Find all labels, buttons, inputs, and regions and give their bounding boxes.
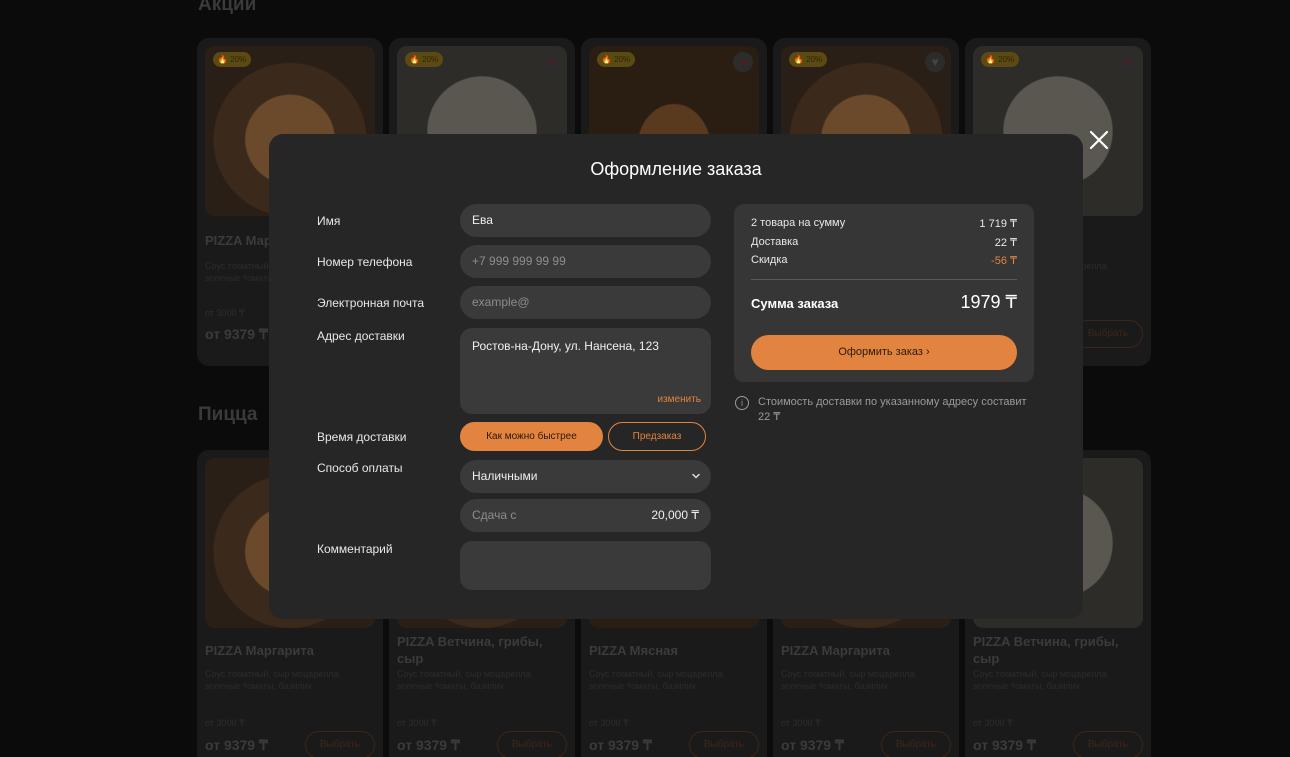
payment-method-label: Способ оплаты: [317, 461, 403, 475]
address-value: Ростов-на-Дону, ул. Нансена, 123: [472, 339, 659, 353]
payment-method-select[interactable]: Наличными: [460, 460, 711, 493]
preorder-option-button[interactable]: Предзаказ: [608, 422, 706, 451]
change-amount-field[interactable]: Сдача с 20,000 ₸: [460, 499, 711, 532]
old-price: от 3000 ₸: [397, 718, 437, 728]
product-name: PIZZA Мясная: [589, 643, 678, 658]
delivery-row: Доставка 22 ₸: [751, 236, 1017, 249]
select-button[interactable]: Выбрать: [497, 731, 567, 757]
info-icon: i: [735, 396, 749, 410]
asap-option-button[interactable]: Как можно быстрее: [460, 422, 603, 451]
total-label: Сумма заказа: [751, 296, 839, 311]
address-field[interactable]: Ростов-на-Дону, ул. Нансена, 123 изменит…: [460, 328, 711, 414]
product-description: Соус томатный, сыр моцарелла, зеленые то…: [781, 669, 917, 691]
phone-field[interactable]: +7 999 999 99 99: [460, 245, 711, 278]
items-value: 1 719 ₸: [979, 218, 1017, 230]
delivery-label: Доставка: [751, 236, 799, 248]
select-button[interactable]: Выбрать: [689, 731, 759, 757]
product-name: PIZZA Ветчина, грибы, сыр: [973, 634, 1119, 666]
address-label: Адрес доставки: [317, 329, 405, 343]
old-price: от 3000 ₸: [205, 308, 245, 318]
old-price: от 3000 ₸: [205, 718, 245, 728]
product-name: PIZZA Ветчина, грибы, сыр: [397, 634, 543, 666]
comment-label: Комментарий: [317, 542, 393, 556]
change-address-link[interactable]: изменить: [657, 394, 701, 405]
comment-field[interactable]: [460, 541, 711, 590]
heart-icon[interactable]: ♥: [1117, 52, 1137, 72]
modal-title: Оформление заказа: [590, 159, 762, 179]
select-button[interactable]: Выбрать: [881, 731, 951, 757]
old-price: от 3000 ₸: [973, 718, 1013, 728]
divider: [751, 279, 1017, 280]
email-field[interactable]: example@: [460, 286, 711, 319]
close-icon[interactable]: [1087, 128, 1111, 152]
select-button[interactable]: Выбрать: [1073, 320, 1143, 348]
heart-icon[interactable]: ♥: [925, 52, 945, 72]
delivery-cost-note: i Стоимость доставки по указанному адрес…: [735, 395, 1035, 425]
place-order-button[interactable]: Оформить заказ ›: [751, 335, 1017, 370]
discount-badge: 🔥 20%: [405, 52, 443, 67]
old-price: от 3000 ₸: [589, 718, 629, 728]
heart-icon[interactable]: ♥: [733, 52, 753, 72]
name-label: Имя: [317, 214, 341, 228]
product-price: от 9379 ₸: [781, 737, 844, 753]
phone-label: Номер телефона: [317, 255, 413, 269]
product-description: Соус томатный, сыр моцарелла, зеленые то…: [397, 669, 533, 691]
product-description: Соус томатный, сыр моцарелла, зеленые то…: [589, 669, 725, 691]
delivery-cost-note-text: Стоимость доставки по указанному адресу …: [758, 396, 1027, 423]
name-field[interactable]: Ева: [460, 204, 711, 237]
discount-badge: 🔥 20%: [981, 52, 1019, 67]
product-description: Соус томатный, сыр моцарелла, зеленые то…: [205, 669, 341, 691]
discount-badge: 🔥 20%: [789, 52, 827, 67]
delivery-value: 22 ₸: [994, 237, 1017, 249]
total-value: 1979 ₸: [960, 292, 1018, 312]
checkout-modal: Оформление заказа Имя Ева Номер телефона…: [269, 134, 1083, 619]
product-price: от 9379 ₸: [205, 737, 268, 753]
items-row: 2 товара на сумму 1 719 ₸: [751, 217, 1017, 230]
product-price: от 9379 ₸: [973, 737, 1036, 753]
discount-value: -56 ₸: [991, 255, 1017, 267]
select-button[interactable]: Выбрать: [1073, 731, 1143, 757]
product-price: от 9379 ₸: [397, 737, 460, 753]
product-price: от 9379 ₸: [589, 737, 652, 753]
select-button[interactable]: Выбрать: [305, 731, 375, 757]
payment-method-value: Наличными: [472, 469, 538, 483]
delivery-time-label: Время доставки: [317, 430, 407, 444]
product-price: от 9379 ₸: [205, 326, 268, 342]
discount-badge: 🔥 20%: [597, 52, 635, 67]
heart-icon[interactable]: ♥: [541, 52, 561, 72]
discount-badge: 🔥 20%: [213, 52, 251, 67]
chevron-down-icon: [691, 460, 701, 493]
email-label: Электронная почта: [317, 296, 425, 310]
old-price: от 3000 ₸: [781, 718, 821, 728]
product-description: Соус томатный, сыр моцарелла, зеленые то…: [973, 669, 1109, 691]
discount-row: Скидка -56 ₸: [751, 254, 1017, 267]
discount-label: Скидка: [751, 254, 788, 266]
section-title-promo: Акции: [198, 0, 257, 15]
change-amount-placeholder: Сдача с: [472, 508, 517, 522]
items-label: 2 товара на сумму: [751, 217, 846, 229]
product-name: PIZZA Маргарита: [781, 643, 891, 658]
section-title-pizza: Пицца: [198, 404, 258, 425]
order-summary: 2 товара на сумму 1 719 ₸ Доставка 22 ₸ …: [734, 204, 1034, 382]
product-name: PIZZA Маргарита: [205, 643, 315, 658]
change-amount-value: 20,000 ₸: [651, 508, 699, 522]
